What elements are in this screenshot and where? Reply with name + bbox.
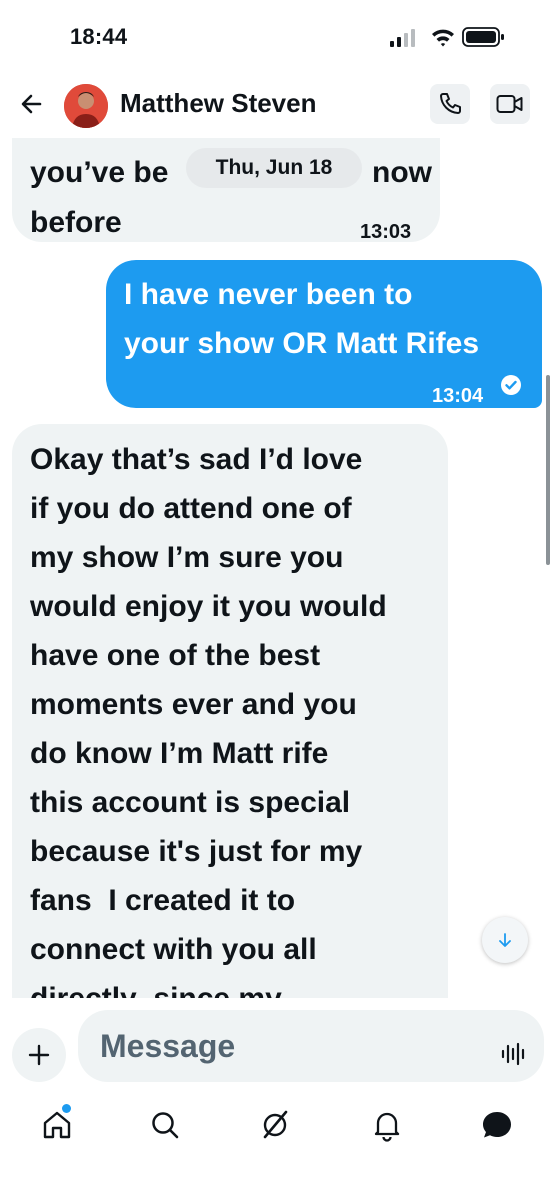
message-bubble-sent[interactable]: I have never been to your show OR Matt R… xyxy=(106,260,542,408)
battery-icon xyxy=(462,27,504,47)
search-icon[interactable] xyxy=(148,1108,182,1142)
message-text: your show OR Matt Rifes xyxy=(124,327,480,360)
message-text: have one of the best xyxy=(30,639,321,672)
message-text: before xyxy=(30,206,122,239)
avatar[interactable] xyxy=(64,84,108,128)
message-thread[interactable]: you’ve be now before 13:03 I have never … xyxy=(0,138,554,998)
date-divider: Thu, Jun 18 xyxy=(186,148,362,188)
cellular-signal-icon xyxy=(390,29,415,47)
message-text: my show I’m sure you xyxy=(30,541,344,574)
message-text: I have never been to xyxy=(124,278,413,311)
message-text: you’ve be xyxy=(30,156,169,189)
video-call-button[interactable] xyxy=(490,84,530,124)
avatar-image xyxy=(64,84,108,128)
status-icons xyxy=(390,27,504,47)
message-text: directly since my xyxy=(30,974,430,998)
message-text: because it's just for my xyxy=(30,835,363,868)
home-icon[interactable] xyxy=(40,1108,74,1142)
message-text: Okay that’s sad I’d love xyxy=(30,443,363,476)
wifi-icon xyxy=(432,29,454,47)
contact-name[interactable]: Matthew Steven xyxy=(120,88,317,119)
voice-call-button[interactable] xyxy=(430,84,470,124)
status-time: 18:44 xyxy=(70,24,128,49)
scrollbar[interactable] xyxy=(546,375,550,565)
back-arrow-icon[interactable] xyxy=(16,88,48,120)
message-input[interactable] xyxy=(98,1026,482,1066)
message-input-container[interactable] xyxy=(78,1010,544,1082)
scroll-to-bottom-button[interactable] xyxy=(482,917,528,963)
voice-message-icon[interactable] xyxy=(500,1040,528,1068)
grok-icon[interactable] xyxy=(258,1108,292,1142)
message-text: connect with you all xyxy=(30,933,317,966)
message-text: if you do attend one of xyxy=(30,492,352,525)
message-text: do know I’m Matt rife xyxy=(30,737,329,770)
message-text: fans I created it to xyxy=(30,884,296,917)
message-text: now xyxy=(372,156,432,189)
video-icon xyxy=(496,95,523,113)
arrow-down-icon xyxy=(499,933,511,947)
bell-icon[interactable] xyxy=(370,1108,404,1142)
plus-icon xyxy=(28,1044,50,1066)
message-text: moments ever and you xyxy=(30,688,357,721)
phone-icon xyxy=(440,93,461,114)
notification-dot xyxy=(62,1104,71,1113)
message-text: would enjoy it you would xyxy=(30,590,387,623)
message-bubble-received[interactable]: Okay that’s sad I’d love if you do atten… xyxy=(12,424,448,998)
read-check-icon xyxy=(501,375,521,395)
messages-icon[interactable] xyxy=(480,1108,514,1142)
message-timestamp: 13:04 xyxy=(432,385,484,407)
add-attachment-button[interactable] xyxy=(12,1028,66,1082)
message-text: this account is special xyxy=(30,786,351,819)
message-timestamp: 13:03 xyxy=(360,221,412,243)
